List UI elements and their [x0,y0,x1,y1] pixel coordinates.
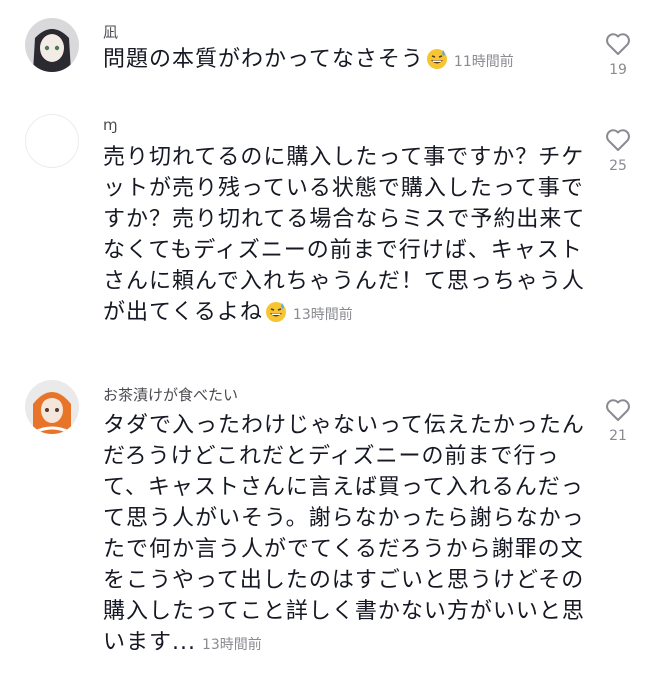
like-button[interactable]: 25 [600,128,636,174]
heart-icon [606,33,630,55]
like-button[interactable]: 21 [600,398,636,444]
avatar[interactable] [25,114,79,168]
grinning-sweat-emoji [426,48,448,70]
comment-username[interactable]: 凪 [103,22,118,42]
heart-icon [606,129,630,151]
comment-time: 13時間前 [201,637,262,653]
comment-time: 11時間前 [453,54,514,70]
comment-username[interactable]: お茶漬けが食べたい [103,385,238,405]
avatar[interactable] [25,380,79,434]
comment-body: 問題の本質がわかってなさそう 11時間前 [103,44,588,78]
comment-text: タダで入ったわけじゃないって伝えたかったんだろうけどこれだとディズニーの前まで行… [103,413,585,655]
comment-text: 売り切れてるのに購入したって事ですか？チケットが売り残っている状態で購入したって… [103,145,586,325]
grinning-sweat-emoji [265,301,287,323]
heart-icon [606,399,630,421]
comment-body: 売り切れてるのに購入したって事ですか？チケットが売り残っている状態で購入したって… [103,142,588,331]
like-button[interactable]: 19 [600,32,636,78]
avatar[interactable] [25,18,79,72]
like-count: 21 [609,428,627,444]
comment-username[interactable]: ɱ [103,115,118,135]
like-count: 19 [609,62,627,78]
comment-time: 13時間前 [292,307,353,323]
like-count: 25 [609,158,627,174]
comment-body: タダで入ったわけじゃないって伝えたかったんだろうけどこれだとディズニーの前まで行… [103,410,588,661]
comment-text: 問題の本質がわかってなさそう [103,47,424,72]
